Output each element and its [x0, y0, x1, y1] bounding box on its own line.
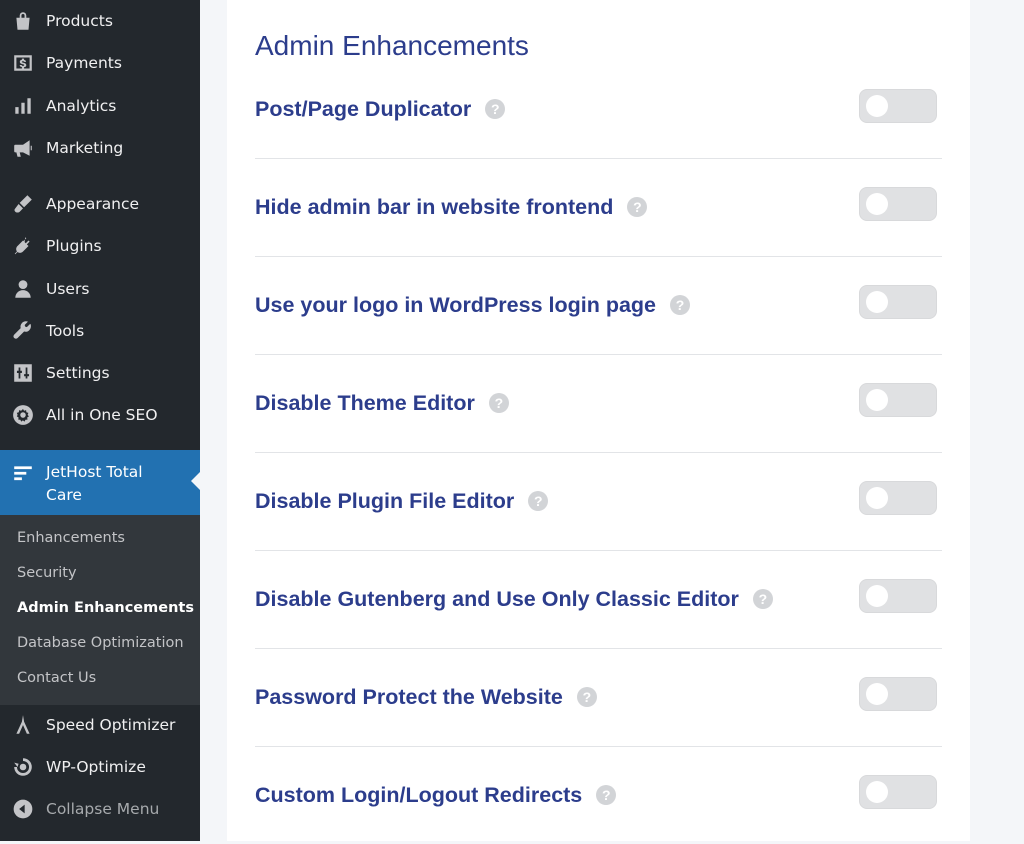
sidebar-item-products[interactable]: Products — [0, 0, 200, 42]
settings-card: Admin Enhancements Post/Page Duplicator?… — [227, 0, 970, 841]
admin-sidebar: Products Payments Analytics Marketing Ap… — [0, 0, 200, 841]
wrench-icon — [10, 318, 36, 344]
toggle-knob — [866, 585, 888, 607]
help-icon[interactable]: ? — [627, 197, 648, 217]
setting-row-login-logo: Use your logo in WordPress login page? — [255, 256, 942, 355]
toggle-switch[interactable] — [859, 285, 937, 319]
collapse-arrow-icon — [10, 796, 36, 822]
dollar-icon — [10, 50, 36, 76]
toggle-switch[interactable] — [859, 579, 937, 613]
sidebar-item-tools[interactable]: Tools — [0, 310, 200, 352]
sidebar-item-label: Analytics — [46, 97, 117, 115]
toggle-switch[interactable] — [859, 187, 937, 221]
setting-row-post-page-duplicator: Post/Page Duplicator? — [255, 60, 942, 159]
sidebar-item-plugins[interactable]: Plugins — [0, 225, 200, 267]
sidebar-item-label: Collapse Menu — [46, 800, 160, 818]
setting-row-disable-gutenberg: Disable Gutenberg and Use Only Classic E… — [255, 550, 942, 649]
setting-row-disable-theme-editor: Disable Theme Editor? — [255, 354, 942, 453]
collapse-menu-button[interactable]: Collapse Menu — [0, 788, 200, 830]
sidebar-item-appearance[interactable]: Appearance — [0, 183, 200, 225]
brush-icon — [10, 191, 36, 217]
help-icon[interactable]: ? — [596, 785, 617, 805]
lines-icon — [10, 460, 36, 486]
sidebar-item-label: Marketing — [46, 139, 124, 157]
sidebar-item-analytics[interactable]: Analytics — [0, 85, 200, 127]
bag-icon — [10, 8, 36, 34]
help-icon[interactable]: ? — [485, 99, 506, 119]
toggle-knob — [866, 389, 888, 411]
setting-row-custom-redirects: Custom Login/Logout Redirects? — [255, 746, 942, 844]
sidebar-item-label: Products — [46, 12, 113, 30]
sliders-icon — [10, 360, 36, 386]
setting-row-password-protect: Password Protect the Website? — [255, 648, 942, 747]
help-icon[interactable]: ? — [576, 687, 597, 707]
sidebar-item-label: WP-Optimize — [46, 758, 146, 776]
optimize-icon — [10, 754, 36, 780]
setting-label: Disable Gutenberg and Use Only Classic E… — [255, 586, 739, 611]
sidebar-item-label: Plugins — [46, 237, 102, 255]
sidebar-item-speed-optimizer[interactable]: Speed Optimizer — [0, 704, 200, 746]
toggle-knob — [866, 781, 888, 803]
sidebar-item-marketing[interactable]: Marketing — [0, 127, 200, 169]
page-title: Admin Enhancements — [255, 30, 529, 61]
tower-icon — [10, 712, 36, 738]
megaphone-icon — [10, 135, 36, 161]
setting-label: Disable Theme Editor — [255, 390, 475, 415]
toggle-knob — [866, 95, 888, 117]
toggle-knob — [866, 291, 888, 313]
submenu-item-admin-enhancements[interactable]: Admin Enhancements — [17, 600, 194, 616]
help-icon[interactable]: ? — [752, 589, 773, 609]
submenu-item-enhancements[interactable]: Enhancements — [17, 530, 125, 546]
sidebar-item-label: JetHost Total Care — [46, 463, 143, 504]
sidebar-item-label: Payments — [46, 54, 122, 72]
setting-label: Password Protect the Website — [255, 684, 563, 709]
sidebar-item-payments[interactable]: Payments — [0, 42, 200, 84]
setting-label: Hide admin bar in website frontend — [255, 194, 614, 219]
submenu-item-contact-us[interactable]: Contact Us — [17, 670, 96, 686]
sidebar-item-label: Appearance — [46, 195, 140, 213]
sidebar-item-label: Settings — [46, 364, 110, 382]
plug-icon — [10, 233, 36, 259]
setting-label: Use your logo in WordPress login page — [255, 292, 656, 317]
toggle-switch[interactable] — [859, 677, 937, 711]
user-icon — [10, 276, 36, 302]
sidebar-item-settings[interactable]: Settings — [0, 352, 200, 394]
help-icon[interactable]: ? — [670, 295, 690, 315]
setting-label: Disable Plugin File Editor — [255, 488, 515, 513]
sidebar-item-label: Speed Optimizer — [46, 716, 176, 734]
submenu-item-security[interactable]: Security — [17, 565, 77, 581]
gear-icon — [10, 402, 36, 428]
toggle-knob — [866, 683, 888, 705]
submenu-item-database-optimization[interactable]: Database Optimization — [17, 635, 184, 651]
setting-row-disable-plugin-file-editor: Disable Plugin File Editor? — [255, 452, 942, 551]
toggle-switch[interactable] — [859, 775, 937, 809]
toggle-switch[interactable] — [859, 383, 937, 417]
setting-label: Custom Login/Logout Redirects — [255, 782, 583, 807]
toggle-switch[interactable] — [859, 89, 937, 123]
help-icon[interactable]: ? — [488, 393, 509, 413]
sidebar-item-all-in-one-seo[interactable]: All in One SEO — [0, 394, 200, 436]
sidebar-item-users[interactable]: Users — [0, 268, 200, 310]
setting-label: Post/Page Duplicator — [255, 96, 472, 121]
sidebar-item-label: Tools — [46, 322, 85, 340]
toggle-knob — [866, 193, 888, 215]
active-pointer — [191, 472, 200, 490]
toggle-switch[interactable] — [859, 481, 937, 515]
sidebar-item-wp-optimize[interactable]: WP-Optimize — [0, 746, 200, 788]
toggle-knob — [866, 487, 888, 509]
sidebar-item-label: All in One SEO — [46, 406, 158, 424]
sidebar-item-label: Users — [46, 280, 90, 298]
setting-row-hide-admin-bar: Hide admin bar in website frontend? — [255, 158, 942, 257]
submenu: Enhancements Security Admin Enhancements… — [0, 515, 200, 705]
sidebar-item-jethost-total-care[interactable]: JetHost Total Care — [0, 450, 200, 515]
bar-chart-icon — [10, 93, 36, 119]
help-icon[interactable]: ? — [528, 491, 549, 511]
